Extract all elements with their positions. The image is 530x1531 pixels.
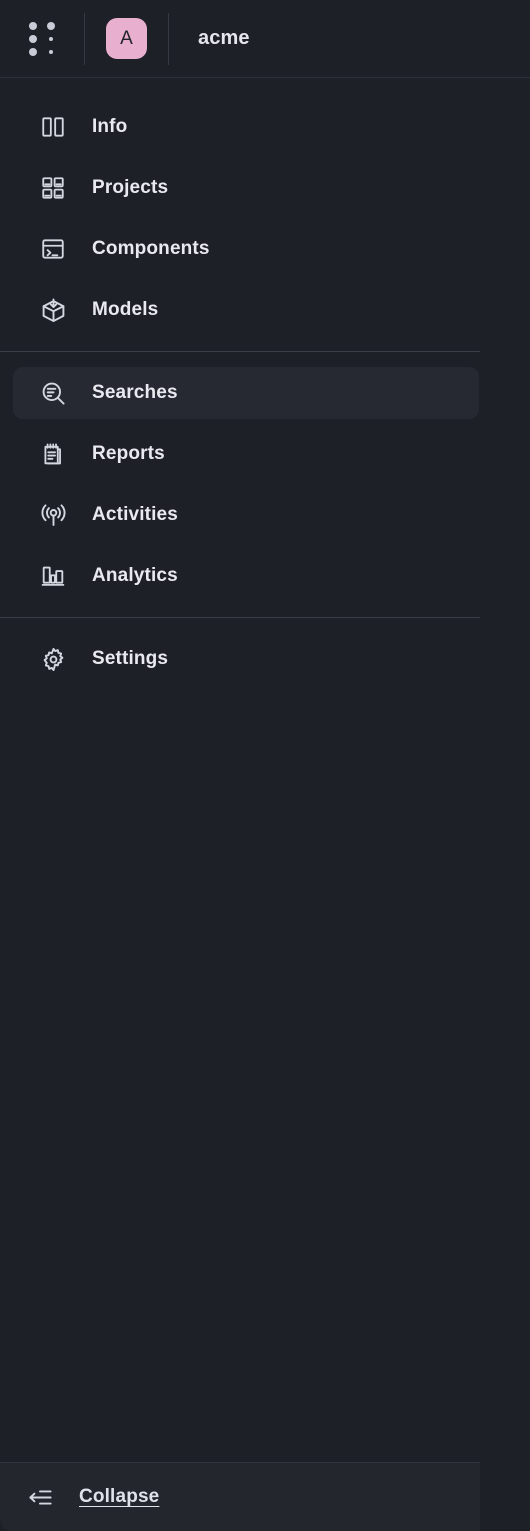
nav-group-primary: Info Projects Components Models xyxy=(0,101,530,336)
sidebar-item-activities[interactable]: Activities xyxy=(13,489,479,541)
nav-group-secondary: Searches Reports Activities Analytics xyxy=(0,367,530,602)
search-list-icon xyxy=(38,378,68,408)
grid-squares-icon xyxy=(38,173,68,203)
sidebar-nav: Info Projects Components Models Searches… xyxy=(0,78,530,1531)
sidebar-item-label: Settings xyxy=(92,648,169,669)
sidebar-item-info[interactable]: Info xyxy=(13,101,479,153)
org-avatar-button[interactable]: A xyxy=(85,0,168,78)
collapse-left-icon xyxy=(25,1482,55,1512)
broadcast-icon xyxy=(38,500,68,530)
gear-icon xyxy=(38,644,68,674)
avatar: A xyxy=(106,18,147,59)
sidebar-item-label: Activities xyxy=(92,504,178,525)
collapse-label: Collapse xyxy=(79,1486,160,1507)
sidebar-item-projects[interactable]: Projects xyxy=(13,162,479,214)
sidebar-item-label: Searches xyxy=(92,382,178,403)
sidebar-item-label: Projects xyxy=(92,177,169,198)
sidebar-item-settings[interactable]: Settings xyxy=(13,633,479,685)
sidebar-item-label: Models xyxy=(92,299,159,320)
sidebar-header: A acme xyxy=(0,0,530,78)
sidebar-item-models[interactable]: Models xyxy=(13,284,479,336)
notepad-icon xyxy=(38,439,68,469)
nav-divider-1 xyxy=(0,351,480,352)
collapse-sidebar-button[interactable]: Collapse xyxy=(0,1462,480,1531)
sidebar-item-label: Analytics xyxy=(92,565,178,586)
org-name-label[interactable]: acme xyxy=(169,27,250,50)
sidebar-panel: A acme Info Projects Components Models S… xyxy=(0,0,530,1531)
sidebar-item-label: Info xyxy=(92,116,128,137)
app-logo-button[interactable] xyxy=(0,0,84,78)
sidebar-item-components[interactable]: Components xyxy=(13,223,479,275)
box-download-icon xyxy=(38,295,68,325)
sidebar-item-label: Reports xyxy=(92,443,165,464)
dot-grid-logo-icon xyxy=(29,21,55,56)
nav-group-system: Settings xyxy=(0,633,530,685)
sidebar-item-searches[interactable]: Searches xyxy=(13,367,479,419)
terminal-window-icon xyxy=(38,234,68,264)
sidebar-item-label: Components xyxy=(92,238,210,259)
bar-chart-icon xyxy=(38,561,68,591)
sidebar-item-reports[interactable]: Reports xyxy=(13,428,479,480)
nav-divider-2 xyxy=(0,617,480,618)
sidebar-item-analytics[interactable]: Analytics xyxy=(13,550,479,602)
panel-layout-icon xyxy=(38,112,68,142)
